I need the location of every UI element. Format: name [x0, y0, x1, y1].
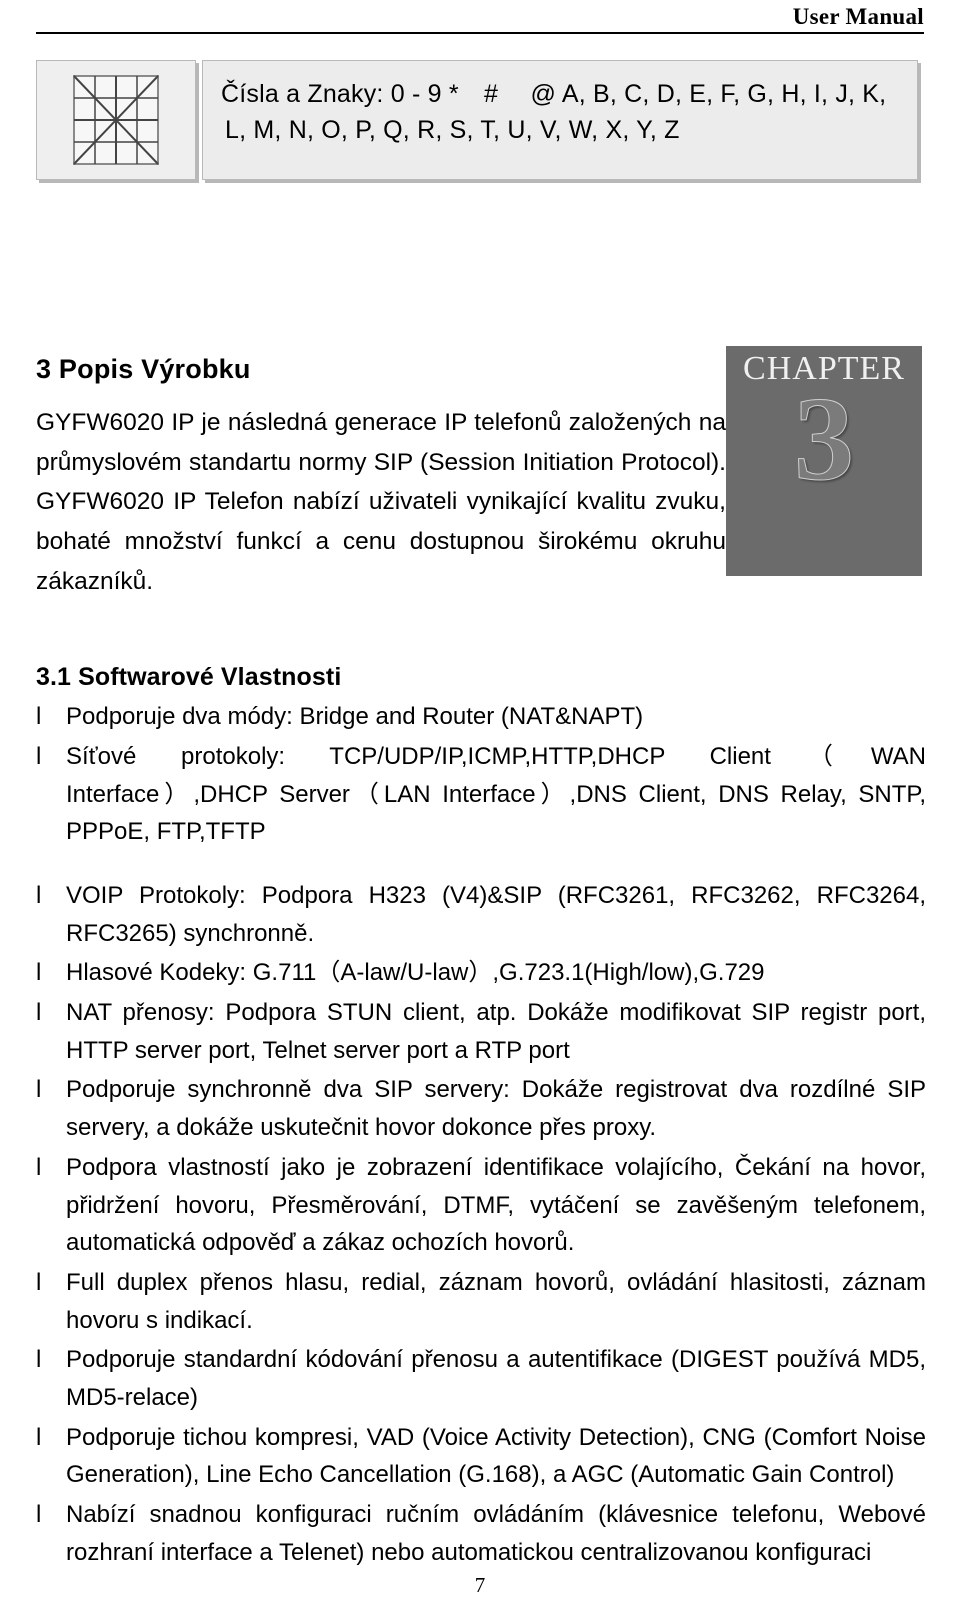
- list-item: l Podpora vlastností jako je zobrazení id…: [36, 1149, 926, 1262]
- character-set-box: Čísla a Znaky: 0 - 9 * # @ A, B, C, D, E…: [28, 60, 932, 180]
- page-footer: 7: [0, 1573, 960, 1598]
- list-bullet: l: [36, 1268, 42, 1296]
- list-item-text: Podporuje standardní kódování přenosu a …: [66, 1346, 926, 1411]
- software-features-list: l Podporuje dva módy: Bridge and Router (…: [28, 698, 932, 1571]
- character-set-line-1: Čísla a Znaky: 0 - 9 * # @ A, B, C, D, E…: [221, 80, 887, 108]
- header-divider: [36, 32, 924, 34]
- list-item: l Podporuje synchronně dva SIP servery: D…: [36, 1071, 926, 1146]
- list-item-text: Hlasové Kodeky: G.711（A-law/U-law）,G.723…: [66, 959, 765, 987]
- section-intro-paragraph: GYFW6020 IP je následná generace IP tele…: [36, 409, 726, 595]
- list-bullet: l: [36, 1076, 42, 1104]
- list-bullet: l: [36, 1423, 42, 1451]
- document-page: User Manual Čísla a Znaky: 0 - 9 * # @ A…: [0, 0, 960, 1612]
- list-bullet: l: [36, 1346, 42, 1374]
- list-item-text: Síťové protokoly: TCP/UDP/IP,ICMP,HTTP,D…: [66, 743, 926, 846]
- list-item-text: VOIP Protokoly: Podpora H323 (V4)&SIP (R…: [66, 882, 926, 947]
- list-item-text: NAT přenosy: Podpora STUN client, atp. D…: [66, 999, 926, 1064]
- list-bullet: l: [36, 999, 42, 1027]
- list-item: l Podporuje tichou kompresi, VAD (Voice A…: [36, 1419, 926, 1494]
- list-item-text: Podporuje dva módy: Bridge and Router (N…: [66, 703, 644, 731]
- list-item-text: Podporuje synchronně dva SIP servery: Do…: [66, 1076, 926, 1142]
- list-item: l NAT přenosy: Podpora STUN client, atp. …: [36, 994, 926, 1069]
- list-item-text: Nabízí snadnou konfiguraci ručním ovládá…: [66, 1500, 926, 1566]
- keypad-matrix-icon: [36, 60, 196, 180]
- chapter-number: 3: [794, 372, 855, 505]
- list-bullet: l: [36, 1500, 42, 1528]
- character-set-line-2: L, M, N, O, P, Q, R, S, T, U, V, W, X, Y…: [225, 115, 680, 144]
- list-bullet: l: [36, 743, 42, 771]
- page-header: User Manual: [28, 0, 932, 30]
- list-item: l Hlasové Kodeky: G.711（A-law/U-law）,G.72…: [36, 954, 926, 992]
- list-bullet: l: [36, 882, 42, 910]
- header-title: User Manual: [792, 4, 924, 29]
- list-bullet: l: [36, 1153, 42, 1181]
- chapter-badge: CHAPTER 3: [726, 346, 922, 576]
- list-item: l VOIP Protokoly: Podpora H323 (V4)&SIP (…: [36, 877, 926, 952]
- list-item: l Podporuje standardní kódování přenosu a…: [36, 1341, 926, 1416]
- list-item: l Síťové protokoly: TCP/UDP/IP,ICMP,HTTP,…: [36, 738, 926, 851]
- list-bullet: l: [36, 959, 42, 987]
- page-number: 7: [474, 1573, 486, 1597]
- chapter-section: CHAPTER 3 3 Popis Výrobku GYFW6020 IP je…: [28, 346, 932, 601]
- list-item-text: Podporuje tichou kompresi, VAD (Voice Ac…: [66, 1423, 926, 1489]
- character-set-text: Čísla a Znaky: 0 - 9 * # @ A, B, C, D, E…: [202, 60, 918, 180]
- list-item: l Full duplex přenos hlasu, redial, zázna…: [36, 1264, 926, 1339]
- list-item: l Podporuje dva módy: Bridge and Router (…: [36, 698, 926, 736]
- list-bullet: l: [36, 703, 42, 731]
- list-item-text: Full duplex přenos hlasu, redial, záznam…: [66, 1268, 926, 1334]
- subsection-title: 3.1 Softwarové Vlastnosti: [36, 663, 342, 692]
- list-item: l Nabízí snadnou konfiguraci ručním ovlád…: [36, 1496, 926, 1571]
- list-item-text: Podpora vlastností jako je zobrazení ide…: [66, 1153, 926, 1257]
